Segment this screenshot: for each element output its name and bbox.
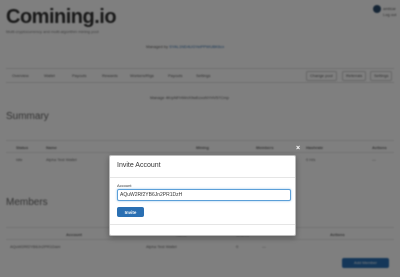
invite-account-dialog: Invite Account Account Invite (109, 155, 296, 236)
modal-title: Invite Account (117, 162, 161, 169)
account-input[interactable] (117, 189, 291, 201)
modal-header: Invite Account (110, 156, 295, 178)
invite-button[interactable]: Invite (117, 207, 144, 217)
account-field-label: Account (117, 183, 132, 188)
close-icon[interactable]: × (296, 145, 300, 152)
modal-divider (110, 224, 295, 225)
